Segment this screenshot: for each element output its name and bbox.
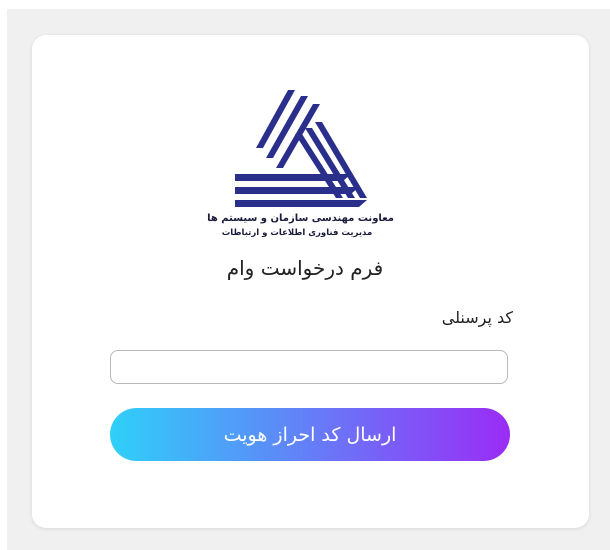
organization-logo-icon [235, 90, 367, 207]
form-title: فرم درخواست وام [226, 256, 384, 280]
personnel-code-label: کد پرسنلی [441, 308, 513, 327]
send-verification-code-button[interactable]: ارسال کد احراز هویت [110, 408, 510, 461]
organization-name: معاونت مهندسی سازمان و سیستم ها [207, 213, 394, 224]
organization-department: مدیریت فناوری اطلاعات و ارتباطات [221, 228, 373, 238]
personnel-code-input[interactable] [110, 350, 508, 384]
